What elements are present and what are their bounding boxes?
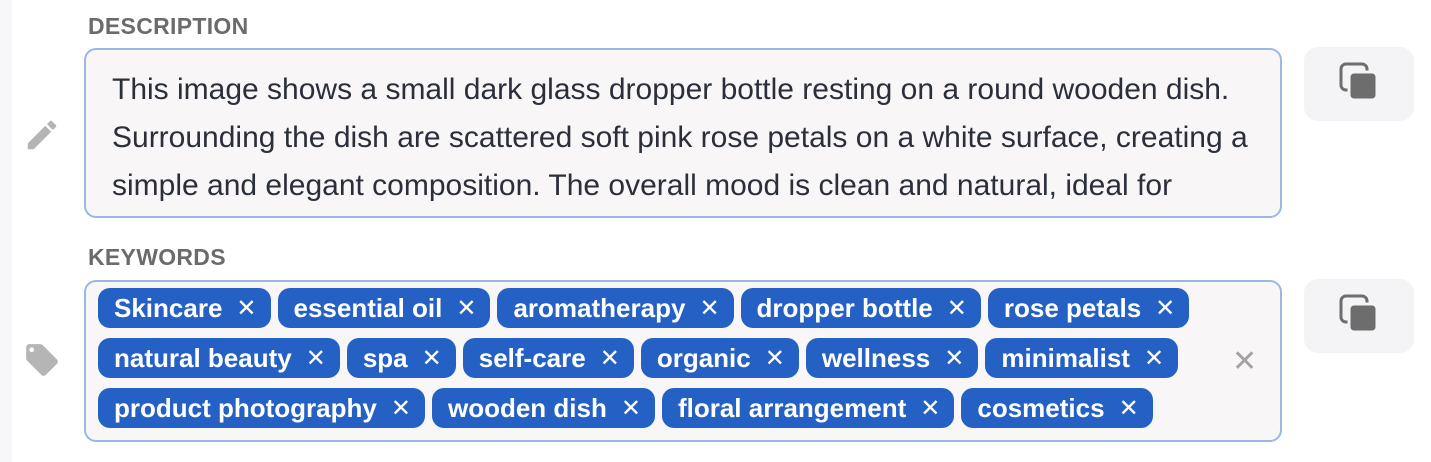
remove-keyword-icon[interactable]: ✕ — [765, 344, 785, 373]
clear-keywords-close-icon[interactable]: ✕ — [1232, 344, 1257, 379]
copy-description-button[interactable] — [1304, 47, 1414, 121]
description-textarea[interactable]: This image shows a small dark glass drop… — [84, 48, 1282, 218]
remove-keyword-icon[interactable]: ✕ — [621, 394, 641, 423]
keyword-chip-label: self-care — [478, 342, 586, 373]
keyword-chip[interactable]: cosmetics ✕ — [961, 388, 1153, 428]
remove-keyword-icon[interactable]: ✕ — [236, 294, 256, 323]
tag-icon — [22, 340, 62, 380]
remove-keyword-icon[interactable]: ✕ — [391, 394, 411, 423]
keyword-chip[interactable]: aromatherapy ✕ — [497, 288, 734, 328]
keyword-chip[interactable]: minimalist ✕ — [985, 338, 1179, 378]
keyword-chip-label: spa — [362, 342, 408, 373]
image-metadata-panel: DESCRIPTION This image shows a small dar… — [0, 0, 1431, 462]
remove-keyword-icon[interactable]: ✕ — [1155, 294, 1175, 323]
keyword-chip-label: rose petals — [1003, 292, 1142, 323]
keywords-field[interactable]: Skincare ✕ essential oil ✕ aromatherapy ✕ d… — [84, 280, 1282, 442]
keyword-chip-label: essential oil — [293, 292, 443, 323]
keyword-chip[interactable]: dropper bottle ✕ — [740, 288, 981, 328]
remove-keyword-icon[interactable]: ✕ — [699, 294, 719, 323]
remove-keyword-icon[interactable]: ✕ — [456, 294, 476, 323]
keyword-chip[interactable]: essential oil ✕ — [277, 288, 491, 328]
copy-keywords-button[interactable] — [1304, 279, 1414, 353]
keyword-chip[interactable]: product photography ✕ — [98, 388, 425, 428]
remove-keyword-icon[interactable]: ✕ — [944, 344, 964, 373]
remove-keyword-icon[interactable]: ✕ — [1119, 394, 1139, 423]
description-label: DESCRIPTION — [88, 13, 249, 39]
pencil-icon[interactable] — [22, 115, 62, 155]
keyword-chip[interactable]: rose petals ✕ — [987, 288, 1190, 328]
keyword-chip-label: floral arrangement — [677, 392, 907, 423]
keyword-chip[interactable]: Skincare ✕ — [98, 288, 271, 328]
keyword-chip-label: natural beauty — [114, 342, 292, 373]
keyword-row: product photography ✕ wooden dish ✕ floral… — [98, 388, 1218, 430]
keyword-chip-label: dropper bottle — [756, 292, 933, 323]
remove-keyword-icon[interactable]: ✕ — [1144, 344, 1164, 373]
remove-keyword-icon[interactable]: ✕ — [306, 344, 326, 373]
keyword-row: Skincare ✕ essential oil ✕ aromatherapy ✕ d… — [98, 288, 1218, 330]
keyword-chip-label: wooden dish — [447, 392, 607, 423]
keyword-chip-label: cosmetics — [977, 392, 1105, 423]
keyword-chip-label: aromatherapy — [513, 292, 686, 323]
left-margin-strip — [0, 0, 12, 462]
keyword-chip-label: minimalist — [1001, 342, 1130, 373]
keywords-label: KEYWORDS — [88, 244, 226, 270]
keyword-chip[interactable]: self-care ✕ — [462, 338, 634, 378]
remove-keyword-icon[interactable]: ✕ — [920, 394, 940, 423]
remove-keyword-icon[interactable]: ✕ — [600, 344, 620, 373]
keyword-chip[interactable]: floral arrangement ✕ — [661, 388, 955, 428]
keyword-chip-label: organic — [656, 342, 751, 373]
keyword-row: natural beauty ✕ spa ✕ self-care ✕ organic ✕… — [98, 338, 1218, 380]
keyword-chip-list: Skincare ✕ essential oil ✕ aromatherapy ✕ d… — [98, 288, 1218, 438]
copy-icon — [1337, 60, 1381, 109]
keyword-chip[interactable]: spa ✕ — [346, 338, 456, 378]
keyword-chip-label: product photography — [114, 392, 377, 423]
copy-icon — [1337, 292, 1381, 341]
keyword-chip[interactable]: organic ✕ — [640, 338, 799, 378]
remove-keyword-icon[interactable]: ✕ — [422, 344, 442, 373]
keyword-chip[interactable]: wellness ✕ — [805, 338, 979, 378]
keyword-chip[interactable]: wooden dish ✕ — [431, 388, 655, 428]
keyword-chip-label: wellness — [821, 342, 931, 373]
description-text[interactable]: This image shows a small dark glass drop… — [112, 66, 1272, 216]
remove-keyword-icon[interactable]: ✕ — [947, 294, 967, 323]
keyword-chip-label: Skincare — [114, 292, 223, 323]
keyword-chip[interactable]: natural beauty ✕ — [98, 338, 340, 378]
